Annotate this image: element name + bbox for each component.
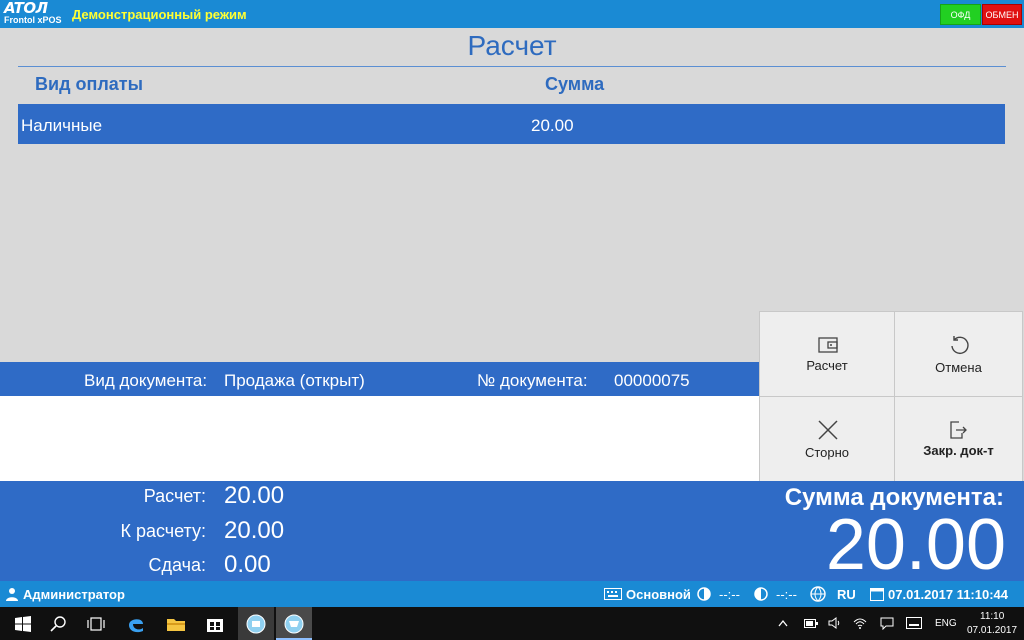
- due-value: 20.00: [224, 517, 285, 544]
- taskbar-app-frontol-1[interactable]: [238, 607, 274, 640]
- windows-taskbar: ENG 11:10 07.01.2017: [0, 607, 1024, 640]
- title-divider: [18, 66, 1006, 67]
- doc-number-value: 00000075: [614, 371, 690, 390]
- chevron-up-icon[interactable]: [778, 619, 788, 627]
- atol-logo: ATOЛ Frontol xPOS: [4, 0, 62, 26]
- calc-button[interactable]: Расчет: [759, 311, 895, 397]
- status-bar: Администратор Основной --:-- --:-- RU 07…: [0, 581, 1024, 607]
- payment-row[interactable]: Наличные 20.00: [18, 104, 1005, 144]
- volume-icon[interactable]: [828, 617, 842, 629]
- edge-browser-icon[interactable]: [125, 613, 147, 635]
- datetime: 07.01.2017 11:10:44: [888, 587, 1008, 602]
- undo-icon: [951, 336, 969, 355]
- half-circle-icon: [697, 587, 711, 601]
- document-info-bar: Вид документа: Продажа (открыт) № докуме…: [0, 362, 760, 396]
- taskbar-app-frontol-2[interactable]: [276, 607, 312, 640]
- ofd-indicator[interactable]: ОФД: [940, 4, 981, 25]
- doc-number-label: № документа:: [477, 371, 588, 390]
- page-title: Расчет: [467, 30, 557, 61]
- doc-type-value: Продажа (открыт): [224, 371, 365, 390]
- column-header-amount: Сумма: [545, 74, 605, 94]
- close-icon: [818, 420, 838, 440]
- doc-type-label: Вид документа:: [84, 371, 208, 390]
- exchange-indicator[interactable]: ОБМЕН: [982, 4, 1022, 25]
- cancel-button[interactable]: Отмена: [894, 311, 1023, 397]
- wallet-icon: [818, 337, 838, 353]
- globe-icon: [810, 586, 826, 602]
- half-circle-icon-2: [754, 587, 768, 601]
- notification-icon[interactable]: [880, 617, 894, 630]
- change-value: 0.00: [224, 551, 271, 578]
- close-document-icon: [950, 421, 967, 439]
- file-explorer-icon[interactable]: [165, 613, 187, 635]
- windows-start-icon[interactable]: [12, 613, 34, 635]
- totals-panel: Расчет: 20.00 К расчету: 20.00 Сдача: 0.…: [0, 481, 1024, 585]
- timer-1: --:--: [719, 587, 740, 602]
- column-header-payment-type: Вид оплаты: [35, 74, 143, 94]
- store-icon[interactable]: [204, 613, 226, 635]
- frontol-pos-icon: [284, 614, 304, 634]
- storno-button[interactable]: Сторно: [759, 396, 895, 482]
- payment-amount-cell: 20.00: [531, 116, 574, 135]
- user-name: Администратор: [23, 587, 125, 602]
- close-document-button[interactable]: Закр. док-т: [894, 396, 1023, 482]
- keyboard-tray-icon[interactable]: [906, 617, 922, 629]
- user-icon: [6, 588, 18, 601]
- tray-language[interactable]: ENG: [935, 618, 957, 629]
- app-header: ATOЛ Frontol xPOS Демонстрационный режим…: [0, 0, 1024, 28]
- tray-date[interactable]: 07.01.2017: [967, 625, 1017, 636]
- search-icon[interactable]: [48, 613, 70, 635]
- wifi-icon[interactable]: [853, 617, 867, 629]
- tray-time[interactable]: 11:10: [980, 611, 1004, 622]
- change-label: Сдача:: [148, 555, 206, 575]
- due-label: К расчету:: [120, 521, 206, 541]
- language-indicator[interactable]: RU: [837, 587, 856, 602]
- frontol-app-icon: [246, 614, 266, 634]
- timer-2: --:--: [776, 587, 797, 602]
- document-sum-value: 20.00: [825, 505, 1006, 585]
- calc-value: 20.00: [224, 482, 285, 509]
- document-lines-area: [0, 396, 760, 482]
- calendar-icon: [870, 588, 884, 601]
- battery-icon[interactable]: [804, 619, 818, 628]
- keyboard-icon: [604, 588, 622, 600]
- calc-label: Расчет:: [143, 486, 206, 506]
- keyboard-layout: Основной: [626, 587, 691, 602]
- task-view-icon[interactable]: [85, 613, 107, 635]
- mode-label: Демонстрационный режим: [72, 7, 247, 22]
- payment-type-cell: Наличные: [21, 116, 103, 135]
